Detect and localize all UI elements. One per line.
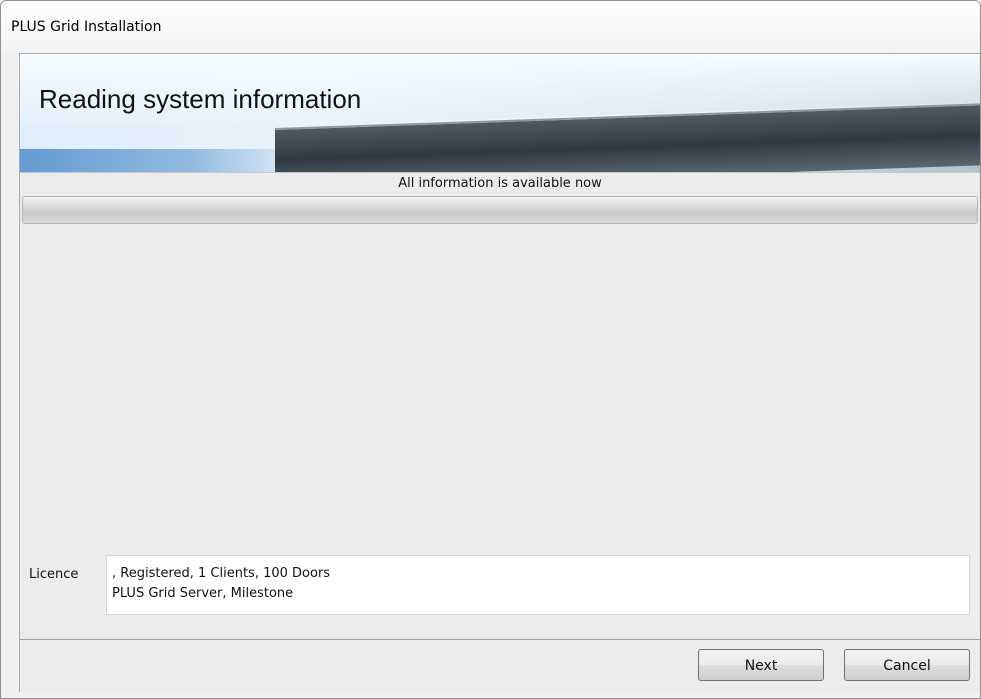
footer-divider xyxy=(20,639,980,640)
installer-window: PLUS Grid Installation Reading system in… xyxy=(0,0,981,699)
next-button[interactable]: Next xyxy=(698,649,824,681)
cancel-button[interactable]: Cancel xyxy=(844,649,970,681)
licence-line-1: , Registered, 1 Clients, 100 Doors xyxy=(112,566,331,581)
licence-line-2: PLUS Grid Server, Milestone xyxy=(112,586,294,601)
page-heading: Reading system information xyxy=(39,84,362,114)
status-message: All information is available now xyxy=(20,172,980,195)
licence-info-box: , Registered, 1 Clients, 100 Doors PLUS … xyxy=(106,555,970,615)
installer-content: Reading system information All informati… xyxy=(19,53,980,692)
licence-label: Licence xyxy=(29,567,79,582)
progress-bar xyxy=(22,196,978,224)
window-title: PLUS Grid Installation xyxy=(11,19,162,35)
progress-fill xyxy=(23,197,977,223)
header-banner: Reading system information xyxy=(20,54,980,172)
title-bar[interactable]: PLUS Grid Installation xyxy=(1,1,980,53)
